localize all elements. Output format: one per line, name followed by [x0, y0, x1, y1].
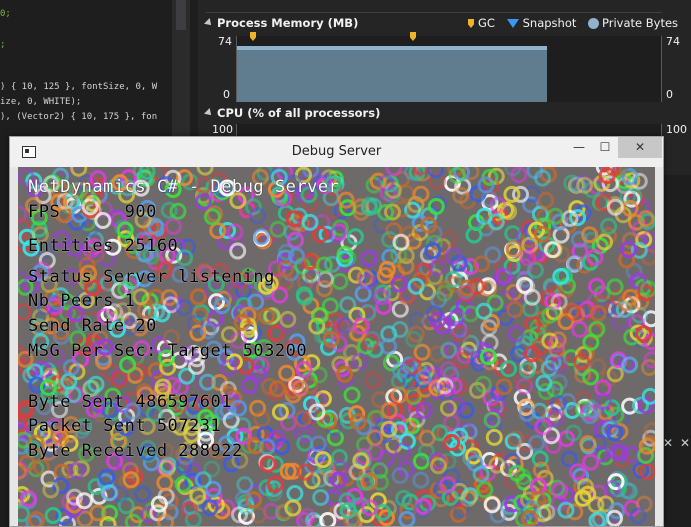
snapshot-marker-icon: [506, 19, 519, 28]
render-canvas[interactable]: NetDynamics C# - Debug Server FPS 900 En…: [18, 167, 655, 526]
stat-msg-per-sec: MSG Per Sec: Target 503200: [28, 341, 308, 361]
code-line: ) { 10, 125 }, fontSize, 0, W: [0, 82, 158, 92]
cpu-y-max-right: 100: [666, 123, 687, 136]
private-bytes-area: [237, 46, 547, 102]
legend-gc: GC: [478, 16, 495, 30]
stat-peers: Nb Peers 1: [28, 291, 136, 311]
stat-byte-sent: Byte Sent 486597601: [28, 392, 232, 412]
cpu-y-max-left: 100: [212, 123, 233, 136]
collapse-triangle-icon[interactable]: [204, 108, 214, 118]
private-bytes-marker-icon: [588, 18, 600, 29]
code-line: ;: [0, 40, 6, 50]
memory-y-min-right: 0: [666, 88, 673, 101]
memory-y-min-left: 0: [223, 88, 230, 101]
gc-event-marker[interactable]: [410, 32, 416, 41]
timeline-ruler: [206, 0, 662, 13]
minimize-button[interactable]: —: [566, 137, 592, 158]
right-panel-strip: [663, 175, 691, 525]
code-line: 0;: [0, 9, 11, 19]
window-titlebar[interactable]: Debug Server — ☐ ✕: [10, 137, 663, 167]
legend-snapshot: Snapshot: [522, 16, 577, 30]
debug-server-window: Debug Server — ☐ ✕ NetDynamics C# - Debu…: [9, 136, 664, 527]
memory-y-max-right: 74: [666, 35, 680, 48]
collapse-triangle-icon[interactable]: [204, 18, 214, 28]
maximize-button[interactable]: ☐: [592, 137, 618, 158]
close-icon[interactable]: ✕: [680, 436, 690, 450]
legend-private-bytes: Private Bytes: [602, 16, 679, 30]
stat-entities: Entities 25160: [28, 236, 179, 256]
gc-event-marker[interactable]: [250, 32, 256, 41]
stat-send-rate: Send Rate 20: [28, 316, 157, 336]
memory-chart[interactable]: [236, 32, 662, 102]
memory-y-max-left: 74: [218, 35, 232, 48]
cpu-title: CPU (% of all processors): [217, 106, 381, 120]
code-line: ), (Vector2) { 10, 175 }, fon: [0, 112, 158, 122]
stat-packet-sent: Packet Sent 507231: [28, 416, 222, 436]
code-line: ize, 0, WHITE);: [0, 97, 82, 107]
gc-marker-icon: [468, 19, 474, 28]
memory-legend: GC Snapshot Private Bytes: [468, 16, 686, 30]
close-button[interactable]: ✕: [618, 137, 662, 158]
stat-fps: FPS 900: [28, 202, 157, 222]
scrollbar-thumb[interactable]: [176, 0, 186, 30]
private-bytes-line: [237, 46, 547, 50]
stat-status: Status Server listening: [28, 267, 275, 287]
close-icon[interactable]: ✕: [663, 436, 673, 450]
stat-byte-received: Byte Received 288922: [28, 441, 243, 461]
stat-header: NetDynamics C# - Debug Server: [28, 177, 340, 197]
memory-title: Process Memory (MB): [217, 16, 359, 30]
cpu-section-header[interactable]: CPU (% of all processors): [198, 106, 380, 124]
memory-section-header[interactable]: Process Memory (MB): [198, 16, 358, 34]
